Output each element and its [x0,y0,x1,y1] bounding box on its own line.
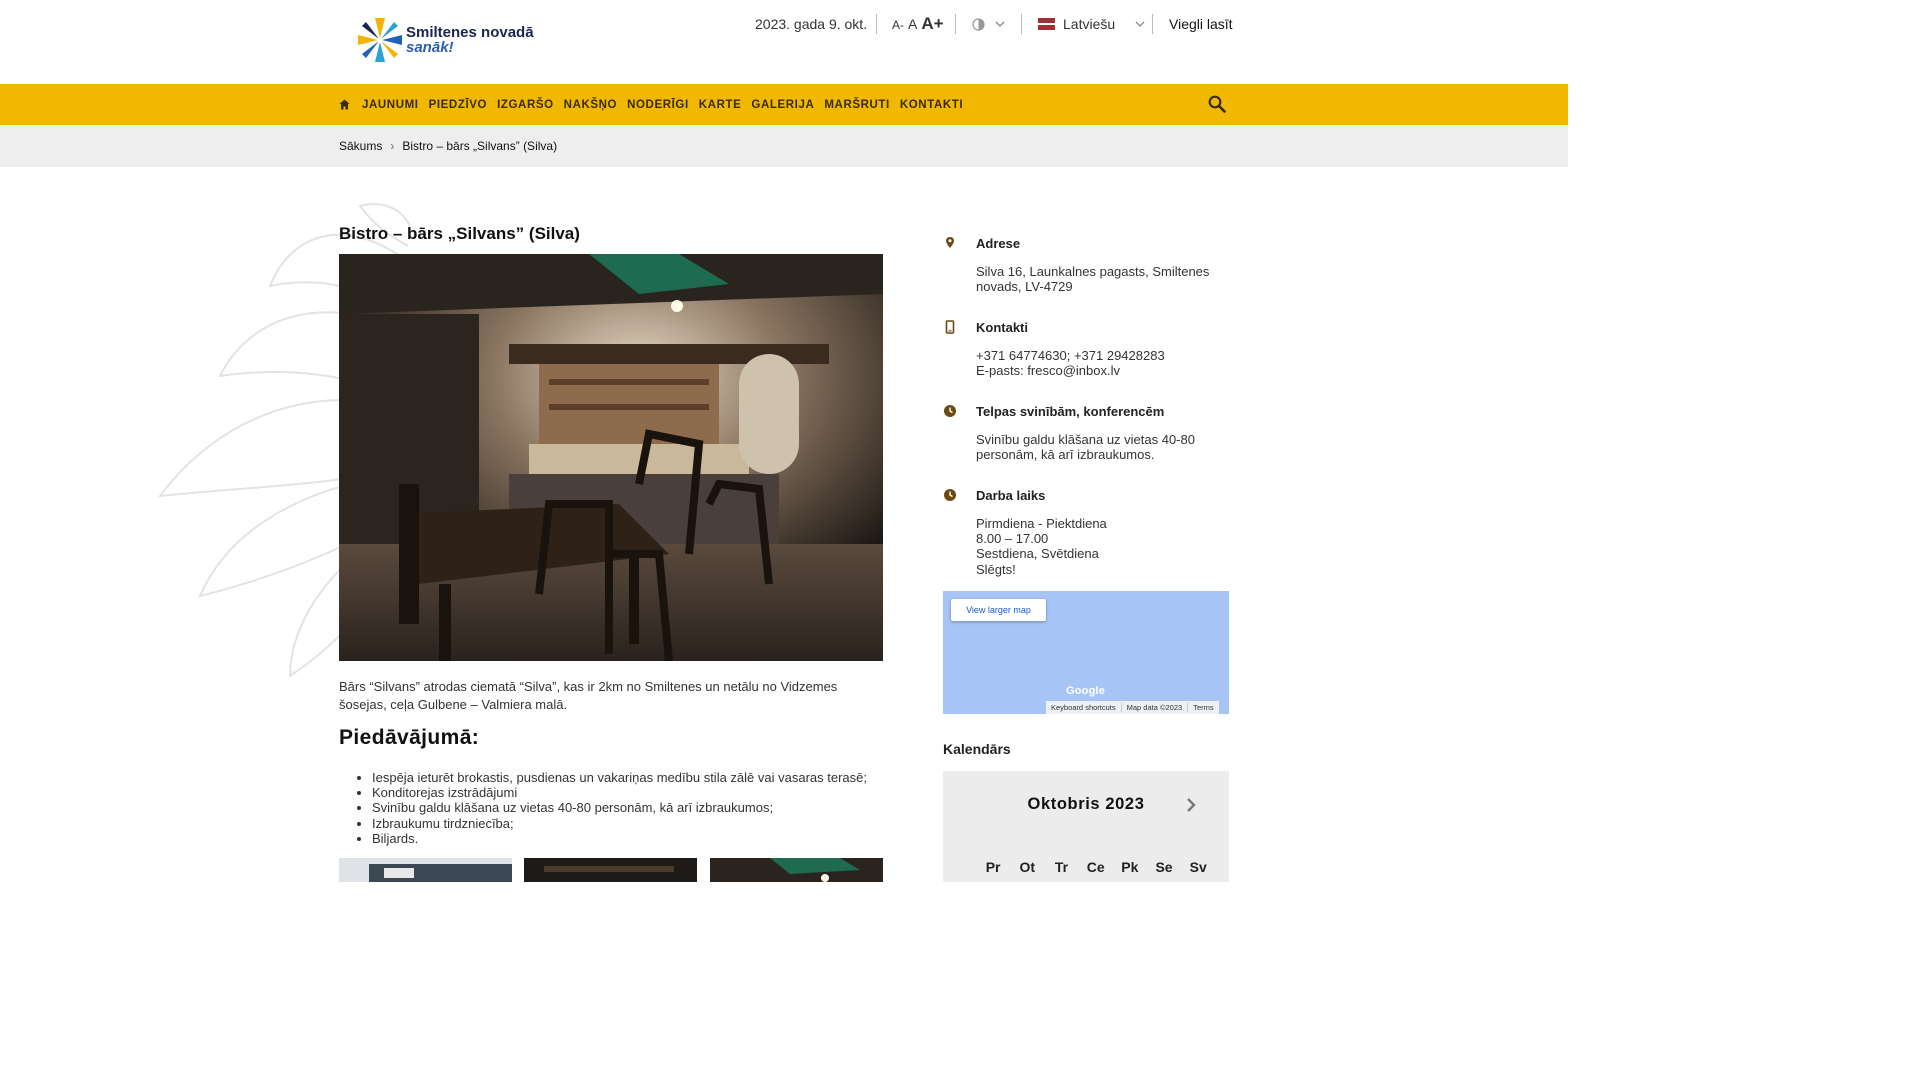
nav-item-noderigi[interactable]: NODERĪGI [627,99,689,111]
intro-paragraph: Bārs “Silvans” atrodas ciematā “Silva”, … [339,679,838,712]
nav-item-izgarso[interactable]: IZGARŠO [497,99,554,111]
terms-link[interactable]: Terms [1188,703,1218,712]
chevron-down-icon [995,21,1005,27]
email-address[interactable]: E-pasts: fresco@inbox.lv [976,363,1226,378]
divider [955,14,956,34]
venues-label: Telpas svinībām, konferencēm [976,404,1165,419]
list-item: Konditorejas izstrādājumi [372,785,867,800]
breadcrumb: Sākums › Bistro – bārs „Silvans” (Silva) [339,139,557,153]
home-icon[interactable] [339,99,350,110]
hours-line: Slēgts! [976,561,1016,577]
site-header: Smiltenes novadā sanāk! 2023. gada 9. ok… [0,0,1568,84]
gallery-thumbnail[interactable] [524,858,697,882]
language-label: Latviešu [1063,16,1116,32]
nav-item-marsruti[interactable]: MARŠRUTI [824,99,890,111]
chevron-down-icon [1135,21,1145,27]
flower-logo-icon [358,18,402,62]
hours-line: Sestdiena, Svētdiena [976,546,1099,562]
font-increase-button[interactable]: A+ [921,14,943,34]
clock-icon [944,405,956,417]
weekday-label: Pr [985,859,1001,875]
divider [1021,14,1022,34]
address-label: Adrese [976,236,1021,251]
offers-heading: Piedāvājumā: [339,726,480,749]
language-selector[interactable]: Latviešu [1038,14,1145,34]
nav-item-naksno[interactable]: NAKŠŅO [564,99,617,111]
list-item: Izbraukumu tirdzniecība; [372,816,867,831]
gallery-thumbnail[interactable] [710,858,883,882]
map-data-label: Map data ©2023 [1122,703,1189,712]
mobile-phone-icon [945,320,955,334]
address-line: Silva 16, Launkalnes pagasts, Smiltenes [976,264,1210,279]
phone-numbers[interactable]: +371 64774630; +371 29428283 [976,348,1226,363]
hours-line: 8.00 – 17.00 [976,531,1049,547]
contrast-icon [972,17,985,31]
google-logo: Google [1066,685,1106,697]
venues-line: personām, kā arī izbraukumos. [976,447,1155,463]
breadcrumb-current: Bistro – bārs „Silvans” (Silva) [402,139,558,153]
contacts-value: +371 64774630; +371 29428283 E-pasts: fr… [976,348,1226,378]
list-item: Biljards. [372,831,867,846]
weekday-label: Ce [1086,859,1105,875]
weekday-label: Se [1155,859,1173,875]
latvia-flag-icon [1038,18,1055,30]
main-navigation: JAUNUMI PIEDZĪVO IZGARŠO NAKŠŅO NODERĪGI… [0,84,1568,125]
hours-line: Pirmdiena - Piektdiena [976,516,1107,531]
logo-text-line1: Smiltenes novadā [406,24,534,41]
search-icon[interactable] [1208,95,1226,113]
breadcrumb-separator: › [390,139,395,153]
contrast-toggle[interactable] [972,14,1005,34]
nav-item-piedzivo[interactable]: PIEDZĪVO [429,99,487,111]
divider [1152,14,1153,34]
nav-item-kontakti[interactable]: KONTAKTI [900,99,963,111]
gallery-thumbnails [339,858,883,882]
venues-line: Svinību galdu klāšana uz vietas 40-80 [976,432,1195,447]
page-title: Bistro – bārs „Silvans” (Silva) [339,224,580,243]
embedded-map[interactable]: View larger map Google Keyboard shortcut… [943,591,1229,714]
bar-interior-photo[interactable] [339,254,883,661]
weekday-label: Tr [1054,859,1069,875]
location-pin-icon [946,237,954,248]
easy-read-link[interactable]: Viegli lasīt [1169,14,1233,34]
weekday-label: Ot [1019,859,1036,875]
weekday-label: Sv [1189,859,1207,875]
hours-label: Darba laiks [976,488,1046,503]
font-decrease-button[interactable]: A- [892,18,904,32]
list-item: Svinību galdu klāšana uz vietas 40-80 pe… [372,800,867,815]
list-item: Iespēja ieturēt brokastis, pusdienas un … [372,770,867,785]
gallery-thumbnail[interactable] [339,858,512,882]
calendar-widget: Oktobris 2023 Pr Ot Tr Ce Pk Se Sv [943,771,1229,882]
breadcrumb-home-link[interactable]: Sākums [339,139,382,153]
divider [876,14,877,34]
clock-icon [944,489,956,501]
current-date: 2023. gada 9. okt. [755,16,868,32]
weekday-label: Pk [1121,859,1139,875]
venues-value: Svinību galdu klāšana uz vietas 40-80 pe… [976,432,1226,462]
hours-value: Pirmdiena - Piektdiena 8.00 – 17.00 Sest… [976,516,1226,577]
view-larger-map-button[interactable]: View larger map [951,599,1046,621]
address-value: Silva 16, Launkalnes pagasts, Smiltenes … [976,264,1226,294]
nav-item-jaunumi[interactable]: JAUNUMI [362,99,419,111]
font-size-controls: A- A A+ [892,14,944,34]
chevron-right-icon[interactable] [1184,796,1198,814]
address-line: novads, LV-4729 [976,279,1073,295]
calendar-heading: Kalendārs [943,741,1011,757]
site-logo[interactable]: Smiltenes novadā sanāk! [356,14,536,66]
nav-item-karte[interactable]: KARTE [699,99,742,111]
map-footer: Keyboard shortcuts Map data ©2023 Terms [1046,701,1219,714]
contacts-label: Kontakti [976,320,1028,335]
logo-text-line2: sanāk! [406,39,454,56]
nav-item-galerija[interactable]: GALERIJA [751,99,814,111]
font-normal-button[interactable]: A [908,16,917,32]
breadcrumb-bar: Sākums › Bistro – bārs „Silvans” (Silva) [0,125,1568,167]
offers-list: Iespēja ieturēt brokastis, pusdienas un … [372,770,867,846]
keyboard-shortcuts-link[interactable]: Keyboard shortcuts [1046,703,1122,712]
calendar-weekdays: Pr Ot Tr Ce Pk Se Sv [976,859,1215,875]
